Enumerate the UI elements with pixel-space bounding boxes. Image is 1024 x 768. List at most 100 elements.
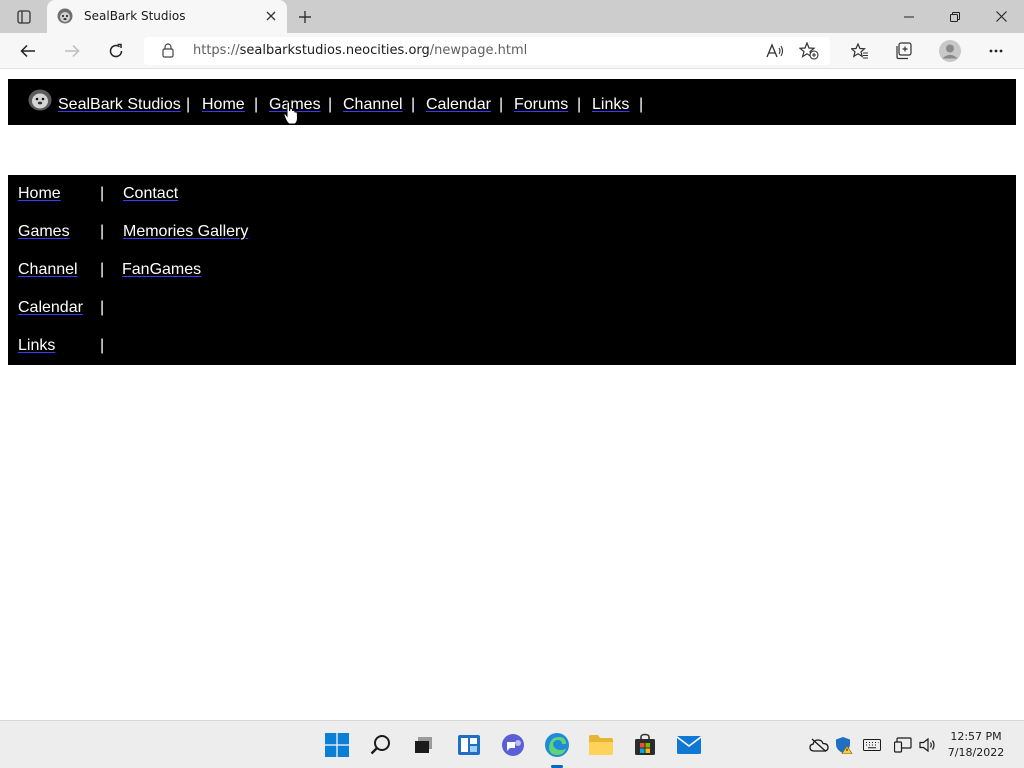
refresh-icon	[109, 43, 123, 58]
close-icon	[995, 11, 1007, 22]
chat-icon	[502, 734, 524, 756]
favorites-icon	[851, 43, 868, 59]
box-link-games[interactable]: Games	[18, 222, 70, 242]
mail-button[interactable]	[675, 731, 703, 759]
microsoft-store-button[interactable]	[631, 731, 659, 759]
keyboard-input-button[interactable]	[862, 735, 882, 755]
tab-title: SealBark Studios	[84, 9, 186, 23]
network-icon	[894, 737, 912, 753]
avatar-icon	[939, 40, 961, 62]
widgets-icon	[458, 735, 480, 755]
speaker-icon	[919, 737, 935, 753]
collections-icon	[896, 42, 912, 60]
tab-strip: SealBark Studios	[0, 0, 1024, 33]
search-button[interactable]	[367, 731, 395, 759]
box-separator: |	[100, 261, 105, 278]
teams-chat-button[interactable]	[499, 731, 527, 759]
arrow-left-icon	[20, 44, 35, 58]
back-button[interactable]	[14, 38, 42, 64]
nav-separator: |	[577, 96, 582, 113]
minimize-icon	[904, 16, 914, 17]
site-name-link[interactable]: SealBark Studios	[58, 95, 181, 115]
restore-button[interactable]	[932, 0, 978, 33]
seal-favicon-icon	[57, 8, 73, 24]
tab-actions-icon	[17, 10, 31, 24]
nav-link-channel[interactable]: Channel	[343, 95, 403, 115]
clock-date: 7/18/2022	[947, 746, 1005, 759]
nav-separator: |	[186, 96, 191, 113]
box-link-calendar[interactable]: Calendar	[18, 298, 83, 318]
collections-button[interactable]	[890, 38, 918, 64]
nav-link-forums[interactable]: Forums	[514, 95, 568, 115]
store-bag-icon	[635, 733, 655, 755]
add-favorite-button[interactable]	[798, 41, 820, 61]
browser-toolbar: https://sealbarkstudios.neocities.org/ne…	[0, 33, 1024, 69]
lock-icon	[162, 43, 174, 58]
windows-logo-icon	[325, 733, 349, 757]
task-view-button[interactable]	[410, 731, 438, 759]
nav-link-links[interactable]: Links	[592, 95, 629, 115]
task-view-icon	[415, 737, 432, 753]
nav-separator: |	[254, 96, 259, 113]
plus-icon	[299, 11, 311, 23]
nav-separator: |	[499, 96, 504, 113]
seal-logo-icon[interactable]	[28, 89, 52, 111]
box-link-contact[interactable]: Contact	[123, 184, 178, 204]
web-page: SealBark Studios | Home | Games | Channe…	[0, 70, 1024, 720]
new-tab-button[interactable]	[294, 6, 316, 28]
close-window-button[interactable]	[978, 0, 1024, 33]
tab-actions-button[interactable]	[10, 7, 38, 27]
windows-taskbar: 12:57 PM 7/18/2022	[0, 720, 1024, 768]
box-link-home[interactable]: Home	[18, 184, 61, 204]
url-text: https://sealbarkstudios.neocities.org/ne…	[193, 43, 528, 58]
folder-icon	[589, 735, 613, 755]
mail-icon	[676, 736, 702, 754]
keyboard-icon	[863, 739, 881, 751]
clock-time: 12:57 PM	[950, 730, 1002, 743]
edge-browser-icon	[545, 733, 569, 757]
shield-warning-icon	[836, 737, 853, 754]
nav-separator: |	[639, 96, 644, 113]
nav-separator: |	[328, 96, 333, 113]
box-separator: |	[100, 337, 105, 354]
file-explorer-button[interactable]	[587, 731, 615, 759]
refresh-button[interactable]	[102, 38, 130, 64]
site-link-box: Home | Contact Games | Memories Gallery …	[8, 175, 1016, 365]
box-separator: |	[100, 223, 105, 240]
box-link-channel[interactable]: Channel	[18, 260, 78, 280]
browser-tab-active[interactable]: SealBark Studios	[47, 0, 287, 33]
nav-link-home[interactable]: Home	[202, 95, 245, 115]
nav-separator: |	[411, 96, 416, 113]
box-separator: |	[100, 299, 105, 316]
onedrive-status-button[interactable]	[809, 735, 829, 755]
minimize-button[interactable]	[886, 0, 932, 33]
site-top-nav: SealBark Studios | Home | Games | Channe…	[8, 79, 1016, 125]
start-button[interactable]	[323, 731, 351, 759]
nav-link-calendar[interactable]: Calendar	[426, 95, 491, 115]
widgets-button[interactable]	[455, 731, 483, 759]
settings-menu-button[interactable]	[982, 38, 1010, 64]
search-icon	[370, 735, 390, 755]
profile-button[interactable]	[936, 38, 964, 64]
box-link-links[interactable]: Links	[18, 336, 55, 356]
read-aloud-icon	[766, 43, 784, 58]
restore-icon	[950, 11, 960, 22]
security-status-button[interactable]	[834, 735, 854, 755]
box-link-memories-gallery[interactable]: Memories Gallery	[123, 222, 248, 242]
star-add-icon	[799, 42, 819, 60]
system-clock[interactable]: 12:57 PM 7/18/2022	[936, 729, 1016, 761]
more-dots-icon	[989, 49, 1003, 53]
box-link-fangames[interactable]: FanGames	[122, 260, 201, 280]
arrow-right-icon	[65, 44, 80, 58]
volume-button[interactable]	[918, 735, 938, 755]
tab-close-button[interactable]	[263, 8, 279, 24]
cloud-offline-icon	[809, 738, 829, 752]
forward-button[interactable]	[58, 38, 86, 64]
favorites-button[interactable]	[846, 38, 874, 64]
box-separator: |	[100, 185, 105, 202]
network-button[interactable]	[893, 735, 913, 755]
edge-taskbar-button[interactable]	[543, 731, 571, 759]
close-icon	[266, 11, 276, 21]
address-bar[interactable]: https://sealbarkstudios.neocities.org/ne…	[144, 37, 830, 65]
read-aloud-button[interactable]	[764, 41, 786, 61]
